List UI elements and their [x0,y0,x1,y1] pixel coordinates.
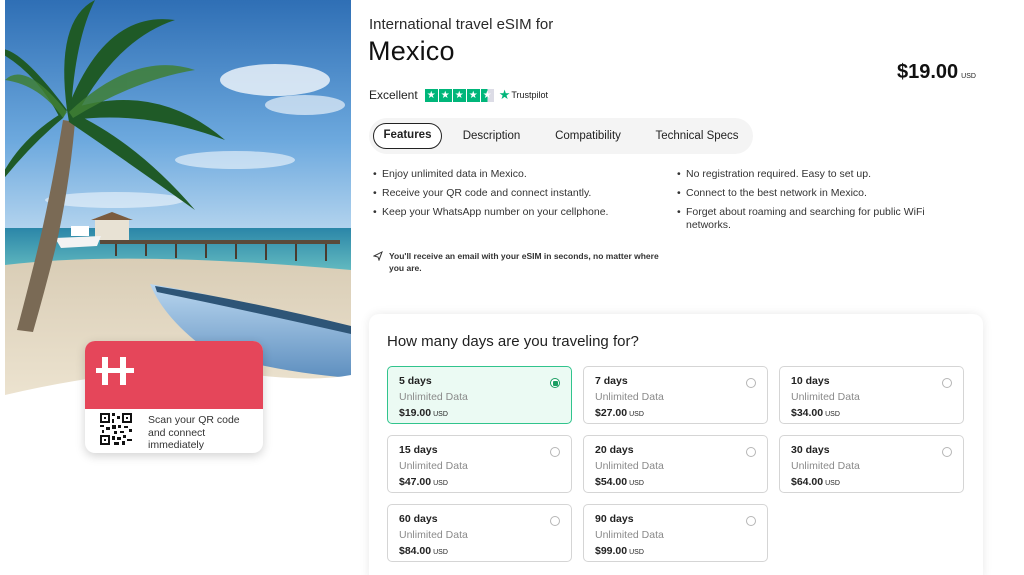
plan-price-currency: USD [433,480,448,487]
plan-price-amount: $54.00 [595,476,628,488]
plan-price-currency: USD [825,411,840,418]
send-icon [373,251,383,261]
plan-data: Unlimited Data [595,529,664,541]
plan-price: $84.00 USD [399,545,448,557]
feature-item: Receive your QR code and connect instant… [373,187,663,200]
tab-technical-specs[interactable]: Technical Specs [647,123,747,149]
product-tabs: Features Description Compatibility Techn… [369,118,753,154]
star-icon: ★ [424,88,438,102]
radio-button[interactable] [550,447,560,457]
plan-option-20-days[interactable]: 20 days Unlimited Data $54.00 USD [583,435,768,493]
star-icon: ★ [466,88,480,102]
plan-option-15-days[interactable]: 15 days Unlimited Data $47.00 USD [387,435,572,493]
plan-price: $99.00 USD [595,545,644,557]
radio-button[interactable] [550,378,560,388]
delivery-note-text: You'll receive an email with your eSIM i… [389,251,659,273]
plan-price-currency: USD [629,549,644,556]
page-title: Mexico [368,36,455,66]
product-price: $19.00 USD [897,61,976,84]
star-icon: ★ [452,88,466,102]
plan-data: Unlimited Data [399,460,468,472]
half-star-icon: ★ [480,88,494,102]
feature-item: Forget about roaming and searching for p… [677,206,957,232]
plan-price-currency: USD [629,480,644,487]
plan-days: 15 days [399,444,438,456]
star-icon: ★ [438,88,452,102]
radio-button[interactable] [746,516,756,526]
radio-button[interactable] [942,447,952,457]
plans-title: How many days are you traveling for? [387,333,639,350]
plan-data: Unlimited Data [791,460,860,472]
tab-description[interactable]: Description [454,123,529,149]
plan-days: 5 days [399,375,432,387]
feature-item: Connect to the best network in Mexico. [677,187,957,200]
plan-data: Unlimited Data [595,460,664,472]
plan-price-currency: USD [433,549,448,556]
plan-price-amount: $34.00 [791,407,824,419]
price-amount: $19.00 [897,61,959,83]
plan-days: 20 days [595,444,634,456]
plan-data: Unlimited Data [595,391,664,403]
plan-price: $64.00 USD [791,476,840,488]
feature-item: No registration required. Easy to set up… [677,168,957,181]
trustpilot-logo: ★ Trustpilot [499,87,548,103]
promo-card-text: Scan your QR code and connect immediatel… [148,414,240,451]
plan-price: $54.00 USD [595,476,644,488]
plan-price-amount: $47.00 [399,476,432,488]
plan-price-currency: USD [629,411,644,418]
plan-days: 7 days [595,375,628,387]
promo-card-header [85,341,263,409]
plan-price: $27.00 USD [595,407,644,419]
price-currency: USD [961,73,976,80]
radio-button[interactable] [942,378,952,388]
plan-price-currency: USD [825,480,840,487]
plan-option-10-days[interactable]: 10 days Unlimited Data $34.00 USD [779,366,964,424]
rating-label: Excellent [369,88,418,102]
qr-code-icon [100,413,132,445]
trustpilot-name: Trustpilot [511,90,549,100]
scan-qr-promo-card: Scan your QR code and connect immediatel… [85,341,263,453]
plan-price-amount: $84.00 [399,545,432,557]
plan-selector: How many days are you traveling for? 5 d… [369,314,983,575]
radio-button[interactable] [746,447,756,457]
plan-days: 10 days [791,375,830,387]
plan-option-5-days[interactable]: 5 days Unlimited Data $19.00 USD [387,366,572,424]
plan-option-30-days[interactable]: 30 days Unlimited Data $64.00 USD [779,435,964,493]
plan-price-amount: $19.00 [399,407,432,419]
feature-item: Enjoy unlimited data in Mexico. [373,168,663,181]
radio-button[interactable] [746,378,756,388]
rating-stars: ★ ★ ★ ★ ★ [424,88,494,102]
hero-image-section: Scan your QR code and connect immediatel… [0,0,351,575]
plan-price: $47.00 USD [399,476,448,488]
plan-price-amount: $27.00 [595,407,628,419]
plan-data: Unlimited Data [399,529,468,541]
plan-price-amount: $64.00 [791,476,824,488]
radio-button[interactable] [550,516,560,526]
plan-option-90-days[interactable]: 90 days Unlimited Data $99.00 USD [583,504,768,562]
holafly-h-logo-icon [96,357,134,385]
features-list-left: Enjoy unlimited data in Mexico. Receive … [373,168,663,225]
product-pretitle: International travel eSIM for [369,16,554,33]
plan-price-currency: USD [433,411,448,418]
plan-data: Unlimited Data [399,391,468,403]
features-list-right: No registration required. Easy to set up… [677,168,957,238]
plan-option-7-days[interactable]: 7 days Unlimited Data $27.00 USD [583,366,768,424]
plan-price: $19.00 USD [399,407,448,419]
plan-price: $34.00 USD [791,407,840,419]
feature-item: Keep your WhatsApp number on your cellph… [373,206,663,219]
tab-compatibility[interactable]: Compatibility [545,123,631,149]
trustpilot-star-icon: ★ [498,87,511,102]
plan-days: 30 days [791,444,830,456]
plan-data: Unlimited Data [791,391,860,403]
plan-days: 60 days [399,513,438,525]
tab-features[interactable]: Features [373,123,442,149]
trustpilot-rating[interactable]: Excellent ★ ★ ★ ★ ★ ★ Trustpilot [369,87,548,103]
plan-days: 90 days [595,513,634,525]
plan-price-amount: $99.00 [595,545,628,557]
plan-option-60-days[interactable]: 60 days Unlimited Data $84.00 USD [387,504,572,562]
